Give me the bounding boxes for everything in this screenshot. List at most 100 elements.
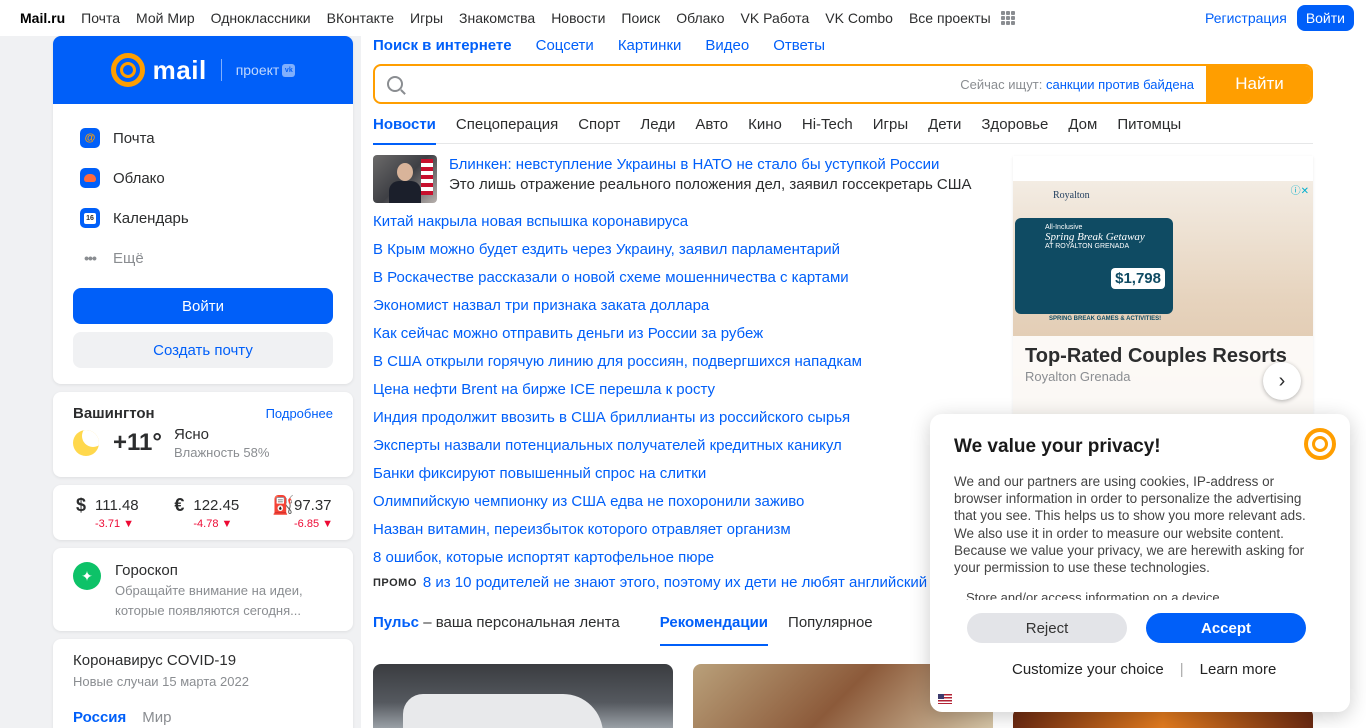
news-tab-home[interactable]: Дом xyxy=(1068,116,1097,144)
covid-tab-world[interactable]: Мир xyxy=(142,709,171,726)
news-tab-health[interactable]: Здоровье xyxy=(981,116,1048,144)
covid-tab-russia[interactable]: Россия xyxy=(73,709,126,726)
lead-news-thumbnail[interactable] xyxy=(373,155,437,203)
links-separator: | xyxy=(1179,661,1184,678)
feed-card-image[interactable] xyxy=(373,664,673,728)
promo-link[interactable]: 8 из 10 родителей не знают этого, поэтом… xyxy=(423,574,927,591)
news-link[interactable]: В Крым можно будет ездить через Украину,… xyxy=(373,241,840,258)
mail-service-icon: @ xyxy=(80,128,100,148)
news-tab-auto[interactable]: Авто xyxy=(695,116,728,144)
service-item-calendar[interactable]: 16 Календарь xyxy=(80,198,333,238)
ad-stripe-text: SPRING BREAK GAMES & ACTIVITIES! xyxy=(1049,316,1162,322)
news-tab-kids[interactable]: Дети xyxy=(928,116,961,144)
horoscope-widget[interactable]: ✦ Гороскоп Обращайте внимание на идеи, к… xyxy=(53,548,353,631)
accept-button[interactable]: Accept xyxy=(1146,613,1306,643)
weather-more-link[interactable]: Подробнее xyxy=(266,406,333,421)
cloud-service-icon xyxy=(80,168,100,188)
customize-choice-link[interactable]: Customize your choice xyxy=(1012,661,1164,678)
news-link[interactable]: Банки фиксируют повышенный спрос на слит… xyxy=(373,465,706,482)
pulse-tab-recommendations[interactable]: Рекомендации xyxy=(659,614,769,646)
nav-link-igry[interactable]: Игры xyxy=(410,10,443,26)
ad-next-arrow-icon[interactable]: › xyxy=(1263,362,1301,400)
news-link[interactable]: Назван витамин, переизбыток которого отр… xyxy=(373,521,791,538)
news-link[interactable]: Индия продолжит ввозить в США бриллианты… xyxy=(373,409,850,426)
lead-news-item: Блинкен: невступление Украины в НАТО не … xyxy=(373,155,972,203)
news-tab-news[interactable]: Новости xyxy=(373,116,436,145)
news-tab-lady[interactable]: Леди xyxy=(640,116,675,144)
horoscope-star-icon: ✦ xyxy=(73,562,101,590)
news-tab-pets[interactable]: Питомцы xyxy=(1117,116,1181,144)
nav-link-novosti[interactable]: Новости xyxy=(551,10,605,26)
apps-grid-icon[interactable] xyxy=(1000,11,1015,25)
mail-header-divider xyxy=(220,59,222,81)
news-link[interactable]: Китай накрыла новая вспышка коронавируса xyxy=(373,213,688,230)
search-tab-answers[interactable]: Ответы xyxy=(773,37,825,54)
ad-info-close-icon[interactable]: ⓘ✕ xyxy=(1291,182,1309,197)
rate-usd[interactable]: $111.48 -3.71 ▼ xyxy=(73,495,139,530)
privacy-purpose-item: Store and/or access information on a dev… xyxy=(966,590,1220,601)
nav-link-vk-combo[interactable]: VK Combo xyxy=(825,10,893,26)
news-tab-sport[interactable]: Спорт xyxy=(578,116,620,144)
service-item-pochta[interactable]: @ Почта xyxy=(80,118,333,158)
service-label: Почта xyxy=(113,129,155,147)
pulse-description: – ваша персональная лента xyxy=(423,614,620,631)
more-dots-icon: ••• xyxy=(84,250,97,266)
news-link[interactable]: Цена нефти Brent на бирже ICE перешла к … xyxy=(373,381,715,398)
news-link[interactable]: Как сейчас можно отправить деньги из Рос… xyxy=(373,325,763,342)
service-item-oblako[interactable]: Облако xyxy=(80,158,333,198)
create-mail-button[interactable]: Создать почту xyxy=(73,332,333,368)
reject-button[interactable]: Reject xyxy=(967,613,1127,643)
trending-query-link[interactable]: санкции против байдена xyxy=(1046,77,1194,92)
privacy-buttons: Reject Accept xyxy=(967,613,1306,643)
rate-value: 111.48 xyxy=(95,497,139,514)
rate-oil[interactable]: ⛽ 97.37 -6.85 ▼ xyxy=(272,495,333,530)
news-link[interactable]: Эксперты назвали потенциальных получател… xyxy=(373,437,842,454)
news-tab-games[interactable]: Игры xyxy=(873,116,908,144)
news-link[interactable]: В Роскачестве рассказали о новой схеме м… xyxy=(373,269,849,286)
search-input[interactable] xyxy=(403,66,961,102)
service-label: Облако xyxy=(113,169,165,187)
news-link[interactable]: Экономист назвал три признака заката дол… xyxy=(373,297,709,314)
mail-login-button[interactable]: Войти xyxy=(73,288,333,324)
horoscope-text: Обращайте внимание на идеи, которые появ… xyxy=(115,583,303,618)
service-label: Ещё xyxy=(113,249,144,267)
pulse-tab-popular[interactable]: Популярное xyxy=(788,614,873,646)
search-button[interactable]: Найти xyxy=(1206,66,1311,102)
search-tab-video[interactable]: Видео xyxy=(705,37,749,54)
us-flag-icon[interactable] xyxy=(938,694,952,704)
news-link[interactable]: Олимпийскую чемпионку из США едва не пох… xyxy=(373,493,804,510)
news-link[interactable]: В США открыли горячую линию для россиян,… xyxy=(373,353,862,370)
nav-link-all-projects[interactable]: Все проекты xyxy=(909,10,991,26)
news-tab-kino[interactable]: Кино xyxy=(748,116,782,144)
nav-link-poisk[interactable]: Поиск xyxy=(621,10,660,26)
service-list: @ Почта Облако 16 Календарь ••• Ещё xyxy=(53,104,353,278)
advertisement-banner[interactable]: Royalton All-Inclusive Spring Break Geta… xyxy=(1013,156,1313,416)
search-tab-social[interactable]: Соцсети xyxy=(536,37,594,54)
nav-link-oblako[interactable]: Облако xyxy=(676,10,724,26)
search-tab-images[interactable]: Картинки xyxy=(618,37,682,54)
mail-login-card: mail проект vk @ Почта Облако 16 Календа… xyxy=(53,36,353,384)
nav-link-odnoklassniki[interactable]: Одноклассники xyxy=(211,10,311,26)
learn-more-link[interactable]: Learn more xyxy=(1200,661,1277,678)
rate-eur[interactable]: €122.45 -4.78 ▼ xyxy=(171,495,239,530)
pulse-link[interactable]: Пульс xyxy=(373,614,419,631)
news-tab-hitech[interactable]: Hi-Tech xyxy=(802,116,853,144)
service-item-more[interactable]: ••• Ещё xyxy=(80,238,333,278)
nav-link-znakomstva[interactable]: Знакомства xyxy=(459,10,535,26)
nav-link-pochta[interactable]: Почта xyxy=(81,10,120,26)
nav-link-vk-rabota[interactable]: VK Работа xyxy=(741,10,810,26)
nav-link-vkontakte[interactable]: ВКонтакте xyxy=(327,10,394,26)
ad-brand-logo: Royalton xyxy=(1053,190,1090,201)
top-login-button[interactable]: Войти xyxy=(1296,5,1354,31)
privacy-consent-dialog: We value your privacy! We and our partne… xyxy=(930,414,1350,712)
news-tab-specop[interactable]: Спецоперация xyxy=(456,116,558,144)
register-link[interactable]: Регистрация xyxy=(1205,10,1287,26)
news-link[interactable]: 8 ошибок, которые испортят картофельное … xyxy=(373,549,714,566)
lead-news-title-link[interactable]: Блинкен: невступление Украины в НАТО не … xyxy=(449,156,939,173)
mailru-logo-link[interactable]: Mail.ru xyxy=(20,10,65,26)
weather-condition: Ясно xyxy=(173,426,209,443)
calendar-service-icon: 16 xyxy=(80,208,100,228)
search-tab-web[interactable]: Поиск в интернете xyxy=(373,37,512,54)
covid-subtitle: Новые случаи 15 марта 2022 xyxy=(73,674,249,689)
nav-link-moy-mir[interactable]: Мой Мир xyxy=(136,10,195,26)
